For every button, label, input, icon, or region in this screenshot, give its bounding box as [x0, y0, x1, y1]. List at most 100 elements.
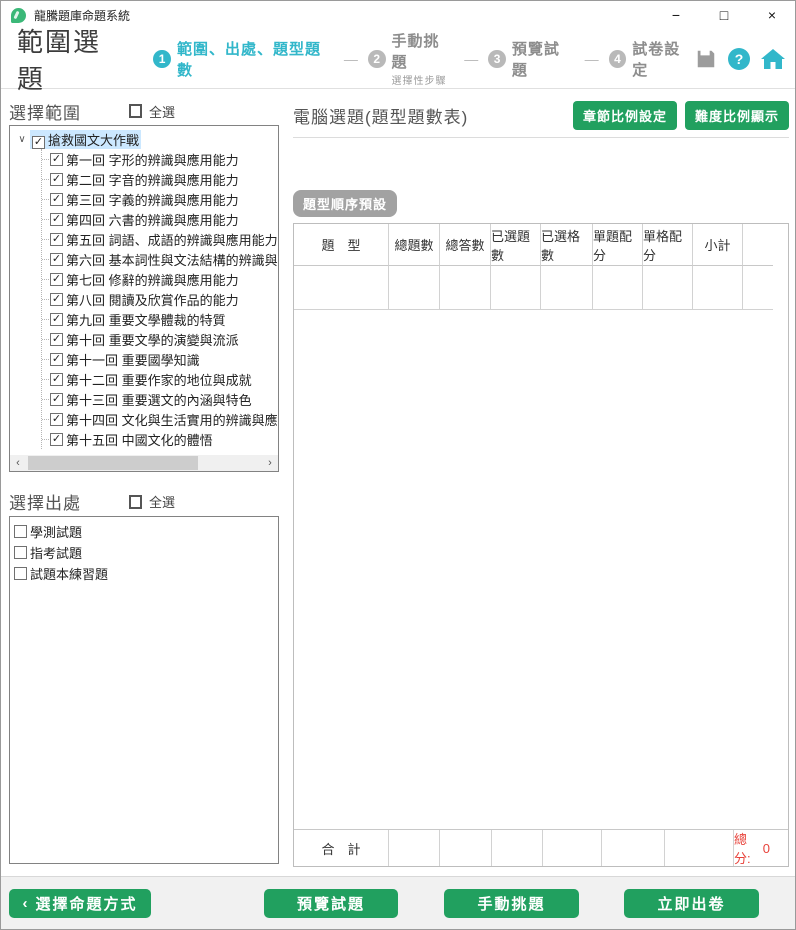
page-title: 範圍選題 — [17, 22, 127, 96]
source-select-all-checkbox[interactable] — [129, 495, 142, 509]
tree-root-checkbox[interactable]: ✓ — [32, 136, 45, 149]
tree-item-checkbox[interactable]: ✓ — [50, 313, 63, 326]
tree-item[interactable]: ✓第六回 基本詞性與文法結構的辨識與 — [42, 249, 278, 269]
tree-item-checkbox[interactable]: ✓ — [50, 413, 63, 426]
tree-item-checkbox[interactable]: ✓ — [50, 253, 63, 266]
scroll-right-icon[interactable]: › — [262, 455, 278, 471]
source-item[interactable]: 學測試題 — [14, 521, 274, 542]
source-select-all-label: 全選 — [149, 492, 175, 511]
tree-item-checkbox[interactable]: ✓ — [50, 293, 63, 306]
total-cell — [543, 830, 602, 866]
tree-item-checkbox[interactable]: ✓ — [50, 373, 63, 386]
scroll-left-icon[interactable]: ‹ — [10, 455, 26, 471]
tree-item-label: 第三回 字義的辨識與應用能力 — [66, 190, 239, 209]
step-sublabel: 選擇性步驟 — [392, 72, 455, 87]
tree-item-checkbox[interactable]: ✓ — [50, 273, 63, 286]
chevron-left-icon: ‹ — [22, 895, 29, 912]
app-logo-icon — [11, 8, 26, 23]
tree-item[interactable]: ✓第十四回 文化與生活實用的辨識與應 — [42, 409, 278, 429]
tree-item[interactable]: ✓第十一回 重要國學知識 — [42, 349, 278, 369]
tree-item-checkbox[interactable]: ✓ — [50, 433, 63, 446]
generate-paper-button[interactable]: 立即出卷 — [624, 889, 759, 918]
source-item-checkbox[interactable] — [14, 525, 27, 538]
tree-item[interactable]: ✓第四回 六書的辨識與應用能力 — [42, 209, 278, 229]
step-text: 範圍、出處、題型題數 — [177, 38, 334, 80]
tree-item[interactable]: ✓第十回 重要文學的演變與流派 — [42, 329, 278, 349]
maximize-button[interactable]: □ — [715, 8, 733, 22]
tree-item-checkbox[interactable]: ✓ — [50, 393, 63, 406]
range-select-all[interactable]: 全選 — [129, 102, 175, 121]
preview-questions-button[interactable]: 預覽試題 — [264, 889, 398, 918]
tree-item[interactable]: ✓第九回 重要文學體裁的特質 — [42, 309, 278, 329]
tree-item[interactable]: ✓第十五回 中國文化的體悟 — [42, 429, 278, 449]
step-number: 4 — [609, 50, 627, 68]
scrollbar-track[interactable] — [26, 455, 262, 471]
table-header-cell: 已選題數 — [491, 224, 541, 266]
source-item-label: 學測試題 — [30, 522, 82, 541]
tree-item[interactable]: ✓第一回 字形的辨識與應用能力 — [42, 149, 278, 169]
tree-item[interactable]: ✓第七回 修辭的辨識與應用能力 — [42, 269, 278, 289]
tree-item[interactable]: ✓第十三回 重要選文的內涵與特色 — [42, 389, 278, 409]
tree-item[interactable]: ✓第三回 字義的辨識與應用能力 — [42, 189, 278, 209]
difficulty-ratio-button[interactable]: 難度比例顯示 — [685, 101, 789, 130]
table-header-cell: 總答數 — [440, 224, 491, 266]
save-icon[interactable] — [695, 48, 717, 70]
table-row — [294, 266, 788, 310]
range-select-all-checkbox[interactable] — [129, 104, 142, 118]
step-number: 2 — [368, 50, 386, 68]
chapter-tree: ∨✓搶救國文大作戰✓第一回 字形的辨識與應用能力✓第二回 字音的辨識與應用能力✓… — [10, 126, 278, 455]
source-item-checkbox[interactable] — [14, 546, 27, 559]
question-order-pill[interactable]: 題型順序預設 — [293, 190, 397, 217]
step-number: 1 — [153, 50, 171, 68]
range-select-all-label: 全選 — [149, 102, 175, 121]
minimize-button[interactable]: − — [667, 8, 685, 22]
tree-item-checkbox[interactable]: ✓ — [50, 333, 63, 346]
tree-item[interactable]: ✓第二回 字音的辨識與應用能力 — [42, 169, 278, 189]
step-label: 手動挑題 — [392, 30, 455, 72]
chapter-ratio-button[interactable]: 章節比例設定 — [573, 101, 677, 130]
chevron-down-icon[interactable]: ∨ — [14, 134, 30, 145]
tree-item-checkbox[interactable]: ✓ — [50, 353, 63, 366]
source-item-checkbox[interactable] — [14, 567, 27, 580]
tree-item-checkbox[interactable]: ✓ — [50, 213, 63, 226]
table-header-cell: 已選格數 — [541, 224, 593, 266]
table-header-cell: 單格配分 — [643, 224, 693, 266]
tree-item[interactable]: ✓第十二回 重要作家的地位與成就 — [42, 369, 278, 389]
tree-item-checkbox[interactable]: ✓ — [50, 173, 63, 186]
back-button-label: 選擇命題方式 — [35, 893, 137, 914]
choose-method-back-button[interactable]: ‹ 選擇命題方式 — [9, 889, 151, 918]
close-button[interactable]: × — [763, 8, 781, 22]
wizard-step-4[interactable]: 4 試卷設定 — [609, 38, 695, 80]
tree-root-text: 搶救國文大作戰 — [48, 133, 139, 148]
total-score-value: 0 — [763, 841, 770, 856]
help-icon[interactable]: ? — [728, 48, 750, 70]
panel-divider — [293, 137, 789, 138]
tree-item-checkbox[interactable]: ✓ — [50, 233, 63, 246]
manual-pick-button[interactable]: 手動挑題 — [444, 889, 579, 918]
table-cell — [693, 266, 743, 310]
table-cell — [643, 266, 693, 310]
tree-item[interactable]: ✓第五回 詞語、成語的辨識與應用能力 — [42, 229, 278, 249]
step-label: 範圍、出處、題型題數 — [177, 38, 334, 80]
total-cell — [665, 830, 734, 866]
total-score-label: 總分: — [734, 829, 760, 867]
step-text: 試卷設定 — [632, 38, 695, 80]
tree-item[interactable]: ✓第八回 閱讀及欣賞作品的能力 — [42, 289, 278, 309]
source-select-all[interactable]: 全選 — [129, 492, 175, 511]
home-icon[interactable] — [761, 48, 785, 70]
source-item[interactable]: 試題本練習題 — [14, 563, 274, 584]
tree-item-checkbox[interactable]: ✓ — [50, 193, 63, 206]
tree-root-item[interactable]: ∨✓搶救國文大作戰 — [14, 129, 278, 149]
table-cell — [389, 266, 440, 310]
tree-horizontal-scrollbar[interactable]: ‹ › — [10, 455, 278, 471]
tree-item-label: 第四回 六書的辨識與應用能力 — [66, 210, 239, 229]
scrollbar-thumb[interactable] — [28, 456, 198, 470]
total-cell — [440, 830, 492, 866]
step-separator: — — [464, 51, 478, 67]
wizard-step-1[interactable]: 1 範圍、出處、題型題數 — [153, 38, 334, 80]
source-item[interactable]: 指考試題 — [14, 542, 274, 563]
total-cell — [602, 830, 665, 866]
tree-item-checkbox[interactable]: ✓ — [50, 153, 63, 166]
wizard-step-2[interactable]: 2 手動挑題選擇性步驟 — [368, 30, 454, 87]
wizard-step-3[interactable]: 3預覽試題 — [488, 38, 574, 80]
